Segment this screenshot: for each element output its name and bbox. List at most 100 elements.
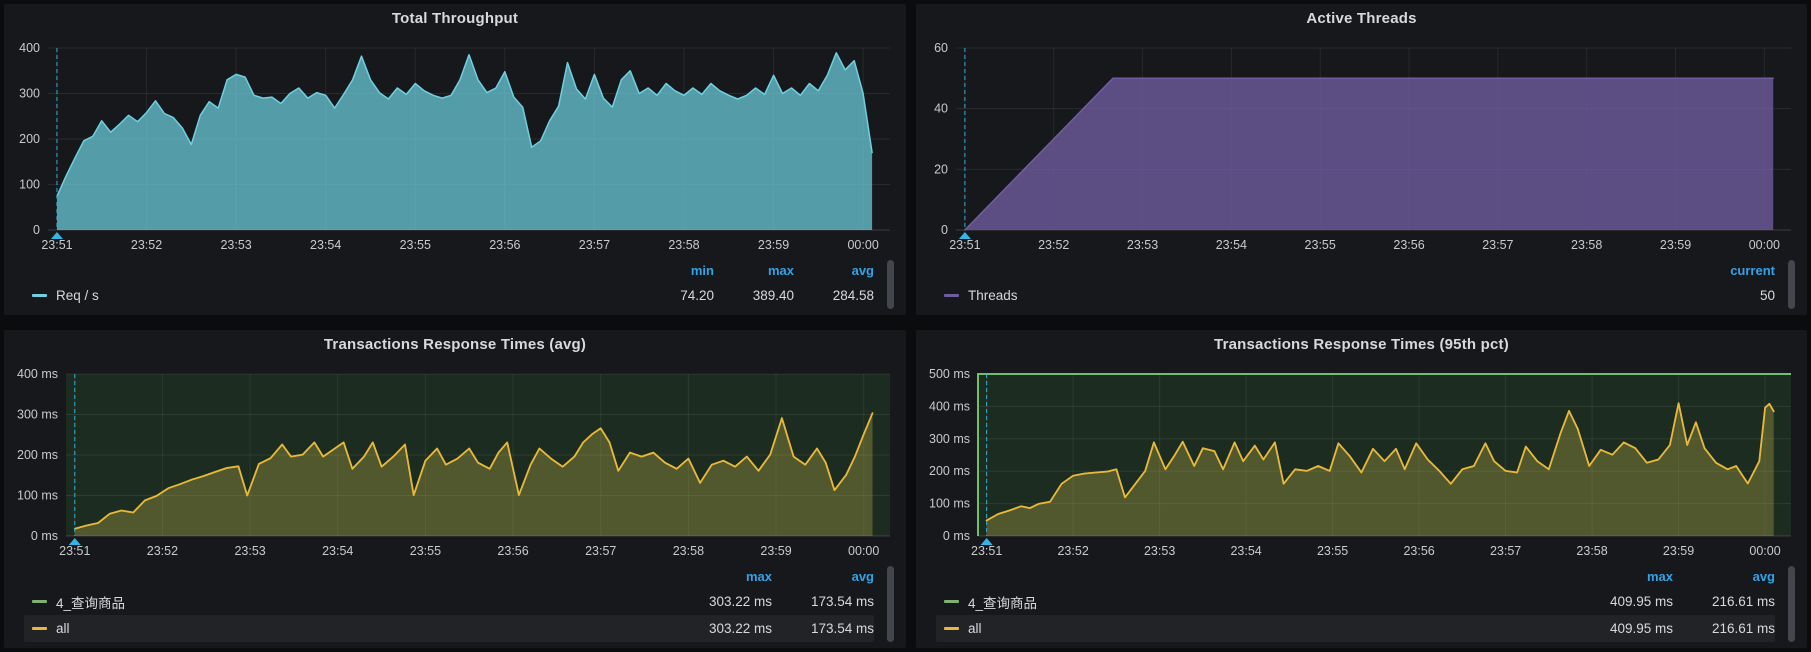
series-label[interactable]: all <box>56 621 670 636</box>
svg-text:23:58: 23:58 <box>1571 238 1602 252</box>
svg-text:23:55: 23:55 <box>1317 544 1348 558</box>
svg-text:23:58: 23:58 <box>1576 544 1607 558</box>
stat-avg: 284.58 <box>794 288 874 303</box>
legend-col-max[interactable]: max <box>714 263 794 278</box>
panel-title-total-throughput[interactable]: Total Throughput <box>10 4 900 34</box>
svg-text:23:53: 23:53 <box>234 544 265 558</box>
svg-text:200 ms: 200 ms <box>929 464 970 478</box>
legend-row-query-product[interactable]: 4_查询商品 303.22 ms 173.54 ms <box>24 588 874 615</box>
legend-scrollbar[interactable] <box>1788 260 1795 309</box>
legend-col-current[interactable]: current <box>1695 263 1775 278</box>
legend-row-all[interactable]: all 303.22 ms 173.54 ms <box>24 615 874 642</box>
series-label[interactable]: Threads <box>968 288 1695 303</box>
threads-chart[interactable]: 23:5123:5223:5323:5423:5523:5623:5723:58… <box>922 34 1801 256</box>
throughput-chart[interactable]: 23:5123:5223:5323:5423:5523:5623:5723:58… <box>10 34 900 256</box>
stat-avg: 173.54 ms <box>772 621 874 636</box>
svg-text:23:59: 23:59 <box>760 544 791 558</box>
svg-text:0: 0 <box>941 223 948 237</box>
legend-header: max avg <box>24 564 874 588</box>
svg-text:23:51: 23:51 <box>949 238 980 252</box>
series-color-icon <box>32 600 47 603</box>
svg-text:23:59: 23:59 <box>1660 238 1691 252</box>
svg-text:23:52: 23:52 <box>1057 544 1088 558</box>
series-label[interactable]: Req / s <box>56 288 634 303</box>
stat-avg: 216.61 ms <box>1673 621 1775 636</box>
svg-text:0: 0 <box>33 223 40 237</box>
svg-text:23:59: 23:59 <box>1663 544 1694 558</box>
svg-text:0 ms: 0 ms <box>31 529 58 543</box>
svg-text:00:00: 00:00 <box>847 238 878 252</box>
series-color-icon <box>944 600 959 603</box>
svg-text:23:57: 23:57 <box>585 544 616 558</box>
response-times-95th-legend: max avg 4_查询商品 409.95 ms 216.61 ms all 4… <box>922 562 1801 646</box>
svg-text:23:54: 23:54 <box>1216 238 1247 252</box>
legend-row-query-product[interactable]: 4_查询商品 409.95 ms 216.61 ms <box>936 588 1775 615</box>
response-times-avg-chart[interactable]: 23:51 23:52 23:53 23:54 23:55 23:56 23:57 23:58… <box>10 360 900 562</box>
stat-max: 303.22 ms <box>670 594 772 609</box>
svg-text:00:00: 00:00 <box>848 544 879 558</box>
svg-text:400 ms: 400 ms <box>17 367 58 381</box>
svg-text:300 ms: 300 ms <box>929 432 970 446</box>
svg-text:200 ms: 200 ms <box>17 448 58 462</box>
panel-title-response-times-avg[interactable]: Transactions Response Times (avg) <box>10 330 900 360</box>
svg-text:23:54: 23:54 <box>1230 544 1261 558</box>
legend-col-max[interactable]: max <box>1571 569 1673 584</box>
stat-avg: 216.61 ms <box>1673 594 1775 609</box>
response-times-avg-legend: max avg 4_查询商品 303.22 ms 173.54 ms all 3… <box>10 562 900 646</box>
legend-scrollbar[interactable] <box>1788 566 1795 642</box>
svg-text:400 ms: 400 ms <box>929 399 970 413</box>
svg-text:23:58: 23:58 <box>673 544 704 558</box>
svg-text:23:56: 23:56 <box>489 238 520 252</box>
stat-min: 74.20 <box>634 288 714 303</box>
svg-text:23:53: 23:53 <box>1127 238 1158 252</box>
response-times-95th-chart[interactable]: 23:5123:5223:5323:5423:5523:5623:5723:58… <box>922 360 1801 562</box>
svg-text:23:56: 23:56 <box>497 544 528 558</box>
svg-text:23:52: 23:52 <box>147 544 178 558</box>
svg-text:23:55: 23:55 <box>1305 238 1336 252</box>
svg-text:23:53: 23:53 <box>1144 544 1175 558</box>
series-label[interactable]: 4_查询商品 <box>56 592 670 612</box>
svg-text:23:57: 23:57 <box>1490 544 1521 558</box>
legend-col-avg[interactable]: avg <box>1673 569 1775 584</box>
svg-text:23:56: 23:56 <box>1393 238 1424 252</box>
legend-row-all[interactable]: all 409.95 ms 216.61 ms <box>936 615 1775 642</box>
legend-col-avg[interactable]: avg <box>772 569 874 584</box>
svg-text:100 ms: 100 ms <box>929 497 970 511</box>
series-label[interactable]: 4_查询商品 <box>968 592 1571 612</box>
legend-header: max avg <box>936 564 1775 588</box>
legend-row-threads[interactable]: Threads 50 <box>936 282 1775 309</box>
series-color-icon <box>32 627 47 630</box>
legend-col-min[interactable]: min <box>634 263 714 278</box>
panel-active-threads: Active Threads 23:5123:5223:5323:5423:55… <box>916 4 1807 315</box>
panel-response-times-95th: Transactions Response Times (95th pct) 2… <box>916 330 1807 648</box>
dashboard-grid: Total Throughput 23:5123:5223:5323:5423:… <box>0 0 1811 652</box>
svg-text:23:56: 23:56 <box>1403 544 1434 558</box>
stat-current: 50 <box>1695 288 1775 303</box>
svg-text:20: 20 <box>934 162 948 176</box>
svg-text:100 ms: 100 ms <box>17 489 58 503</box>
svg-text:23:55: 23:55 <box>400 238 431 252</box>
svg-text:23:54: 23:54 <box>322 544 353 558</box>
panel-title-active-threads[interactable]: Active Threads <box>922 4 1801 34</box>
svg-text:23:58: 23:58 <box>668 238 699 252</box>
svg-text:100: 100 <box>19 178 40 192</box>
svg-text:23:55: 23:55 <box>410 544 441 558</box>
svg-text:0 ms: 0 ms <box>943 529 970 543</box>
legend-row-reqs[interactable]: Req / s 74.20 389.40 284.58 <box>24 282 874 309</box>
legend-scrollbar[interactable] <box>887 260 894 309</box>
legend-header: min max avg <box>24 258 874 282</box>
legend-col-avg[interactable]: avg <box>794 263 874 278</box>
svg-text:23:53: 23:53 <box>220 238 251 252</box>
stat-max: 409.95 ms <box>1571 594 1673 609</box>
svg-text:40: 40 <box>934 102 948 116</box>
series-label[interactable]: all <box>968 621 1571 636</box>
svg-text:500 ms: 500 ms <box>929 367 970 381</box>
svg-text:23:57: 23:57 <box>1482 238 1513 252</box>
series-color-icon <box>944 627 959 630</box>
legend-col-max[interactable]: max <box>670 569 772 584</box>
legend-scrollbar[interactable] <box>887 566 894 642</box>
panel-title-response-times-95th[interactable]: Transactions Response Times (95th pct) <box>922 330 1801 360</box>
svg-text:23:51: 23:51 <box>59 544 90 558</box>
svg-text:200: 200 <box>19 132 40 146</box>
svg-text:00:00: 00:00 <box>1749 544 1780 558</box>
